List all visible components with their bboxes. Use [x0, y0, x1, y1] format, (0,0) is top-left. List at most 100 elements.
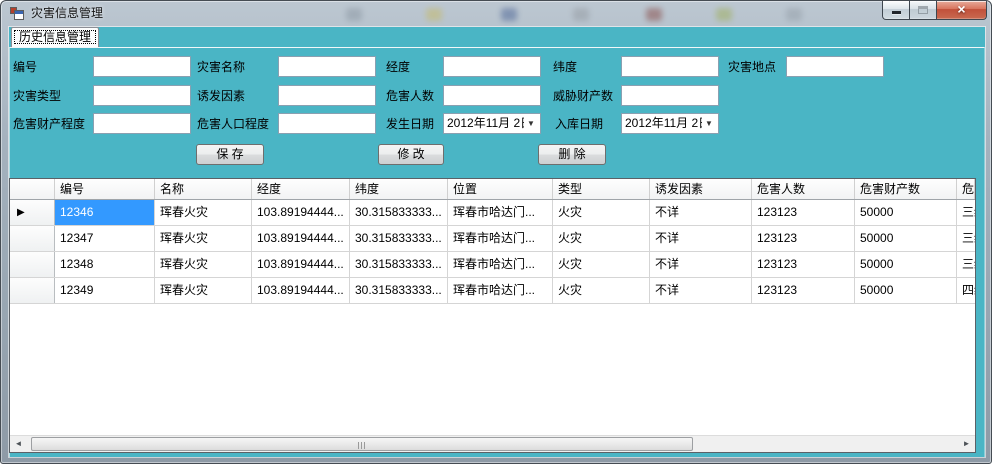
- grid-cell[interactable]: 50000: [855, 226, 957, 251]
- grid-cell[interactable]: 珲春市哈达门...: [448, 252, 553, 277]
- glass-reflection: [426, 8, 442, 21]
- row-header-corner[interactable]: [10, 179, 55, 199]
- grid-cell[interactable]: 不详: [650, 278, 752, 303]
- column-header[interactable]: 类型: [553, 179, 650, 199]
- entry-date-picker[interactable]: 2012年11月 2日 ▼: [621, 113, 719, 134]
- grid-cell[interactable]: 12348: [55, 252, 155, 277]
- grid-cell[interactable]: 30.315833333...: [350, 278, 448, 303]
- grid-cell[interactable]: 103.89194444...: [252, 226, 350, 251]
- field-label: 灾害类型: [13, 88, 61, 104]
- grid-cell[interactable]: 珲春火灾: [155, 200, 252, 225]
- minimize-icon: [892, 11, 901, 14]
- table-row: ▶12346珲春火灾103.89194444...30.315833333...…: [10, 200, 975, 226]
- glass-reflection: [786, 8, 802, 21]
- grid-cell[interactable]: 50000: [855, 278, 957, 303]
- client-area: 历史信息管理 编号 灾害名称 经度 纬度 灾害地点 灾害类型 诱发因素 危害人数…: [9, 27, 985, 457]
- grid-cell[interactable]: 103.89194444...: [252, 252, 350, 277]
- grid-cell[interactable]: 12349: [55, 278, 155, 303]
- row-header[interactable]: [10, 226, 55, 251]
- field-label: 编号: [13, 59, 37, 75]
- close-button[interactable]: ×: [937, 1, 987, 20]
- field-label: 入库日期: [555, 116, 603, 132]
- glass-reflection: [346, 8, 362, 21]
- grid-cell[interactable]: 123123: [752, 226, 855, 251]
- field-label: 发生日期: [386, 116, 434, 132]
- titlebar[interactable]: 灾害信息管理 ×: [1, 1, 991, 27]
- column-header[interactable]: 名称: [155, 179, 252, 199]
- latitude-field[interactable]: [621, 56, 719, 77]
- grid-cell[interactable]: 珲春火灾: [155, 252, 252, 277]
- app-window: 灾害信息管理 × 历史信息管理 编号 灾害名称 经度 纬度 灾害地点 灾害类型 …: [0, 0, 992, 464]
- column-header[interactable]: 诱发因素: [650, 179, 752, 199]
- row-header[interactable]: [10, 278, 55, 303]
- number-field[interactable]: [93, 56, 191, 77]
- tab-history-info[interactable]: 历史信息管理: [11, 27, 99, 47]
- row-header[interactable]: ▶: [10, 200, 55, 225]
- affected-people-field[interactable]: [443, 85, 541, 106]
- table-row: 12347珲春火灾103.89194444...30.315833333...珲…: [10, 226, 975, 252]
- grid-cell[interactable]: 不详: [650, 252, 752, 277]
- grid-cell[interactable]: 123123: [752, 278, 855, 303]
- property-damage-degree-field[interactable]: [93, 113, 191, 134]
- delete-button[interactable]: 删 除: [538, 144, 606, 165]
- scroll-left-icon[interactable]: ◄: [10, 436, 27, 452]
- occurrence-date-picker[interactable]: 2012年11月 2日 ▼: [443, 113, 541, 134]
- horizontal-scrollbar[interactable]: ◄ ►: [10, 435, 975, 452]
- grid-cell[interactable]: 珲春火灾: [155, 278, 252, 303]
- trigger-factor-field[interactable]: [278, 85, 376, 106]
- location-field[interactable]: [786, 56, 884, 77]
- grid-cell[interactable]: 火灾: [553, 278, 650, 303]
- disaster-name-field[interactable]: [278, 56, 376, 77]
- grid-cell[interactable]: 珲春市哈达门...: [448, 226, 553, 251]
- field-label: 灾害地点: [728, 59, 776, 75]
- scrollbar-thumb[interactable]: [31, 437, 693, 451]
- grid-cell[interactable]: 不详: [650, 226, 752, 251]
- chevron-down-icon[interactable]: ▼: [524, 114, 538, 133]
- field-label: 危害人数: [386, 88, 434, 104]
- row-header[interactable]: [10, 252, 55, 277]
- column-header[interactable]: 危害财产数: [855, 179, 957, 199]
- grid-cell[interactable]: 三级: [957, 200, 975, 225]
- glass-reflection: [646, 8, 662, 21]
- scroll-right-icon[interactable]: ►: [958, 436, 975, 452]
- grid-cell[interactable]: 不详: [650, 200, 752, 225]
- grid-cell[interactable]: 50000: [855, 200, 957, 225]
- grid-cell[interactable]: 火灾: [553, 252, 650, 277]
- table-row: 12349珲春火灾103.89194444...30.315833333...珲…: [10, 278, 975, 304]
- grid-cell[interactable]: 珲春市哈达门...: [448, 278, 553, 303]
- grid-cell[interactable]: 123123: [752, 252, 855, 277]
- save-button[interactable]: 保 存: [196, 144, 264, 165]
- grid-cell[interactable]: 12347: [55, 226, 155, 251]
- grid-cell[interactable]: 四级: [957, 278, 975, 303]
- population-damage-degree-field[interactable]: [278, 113, 376, 134]
- column-header[interactable]: 危害: [957, 179, 975, 199]
- grid-cell[interactable]: 50000: [855, 252, 957, 277]
- modify-button[interactable]: 修 改: [378, 144, 444, 165]
- grid-cell[interactable]: 30.315833333...: [350, 252, 448, 277]
- grid-cell[interactable]: 火灾: [553, 200, 650, 225]
- grid-cell[interactable]: 103.89194444...: [252, 278, 350, 303]
- grid-cell[interactable]: 30.315833333...: [350, 200, 448, 225]
- grid-cell[interactable]: 火灾: [553, 226, 650, 251]
- column-header[interactable]: 编号: [55, 179, 155, 199]
- grid-cell[interactable]: 123123: [752, 200, 855, 225]
- grid-cell[interactable]: 珲春火灾: [155, 226, 252, 251]
- column-header[interactable]: 危害人数: [752, 179, 855, 199]
- grid-cell[interactable]: 三级: [957, 226, 975, 251]
- grid-cell[interactable]: 三级: [957, 252, 975, 277]
- column-header[interactable]: 纬度: [350, 179, 448, 199]
- date-value: 2012年11月 2日: [625, 114, 710, 133]
- grid-cell[interactable]: 103.89194444...: [252, 200, 350, 225]
- maximize-button[interactable]: [910, 1, 937, 20]
- column-header[interactable]: 经度: [252, 179, 350, 199]
- threatened-property-field[interactable]: [621, 85, 719, 106]
- chevron-down-icon[interactable]: ▼: [702, 114, 716, 133]
- disaster-type-field[interactable]: [93, 85, 191, 106]
- grid-cell[interactable]: 珲春市哈达门...: [448, 200, 553, 225]
- minimize-button[interactable]: [882, 1, 910, 20]
- grid-cell[interactable]: 12346: [55, 200, 155, 225]
- grid-cell[interactable]: 30.315833333...: [350, 226, 448, 251]
- longitude-field[interactable]: [443, 56, 541, 77]
- field-label: 灾害名称: [197, 59, 245, 75]
- column-header[interactable]: 位置: [448, 179, 553, 199]
